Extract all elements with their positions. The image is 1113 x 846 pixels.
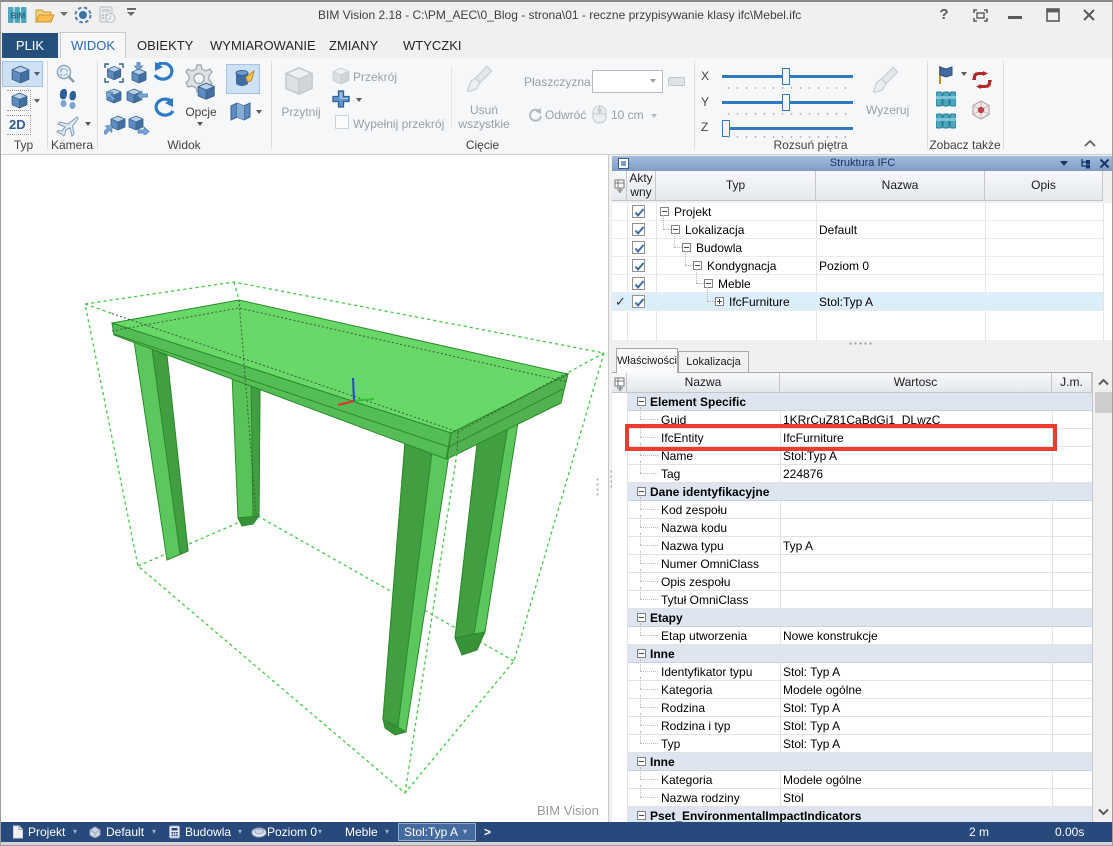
svg-text:BIM: BIM <box>11 12 26 21</box>
